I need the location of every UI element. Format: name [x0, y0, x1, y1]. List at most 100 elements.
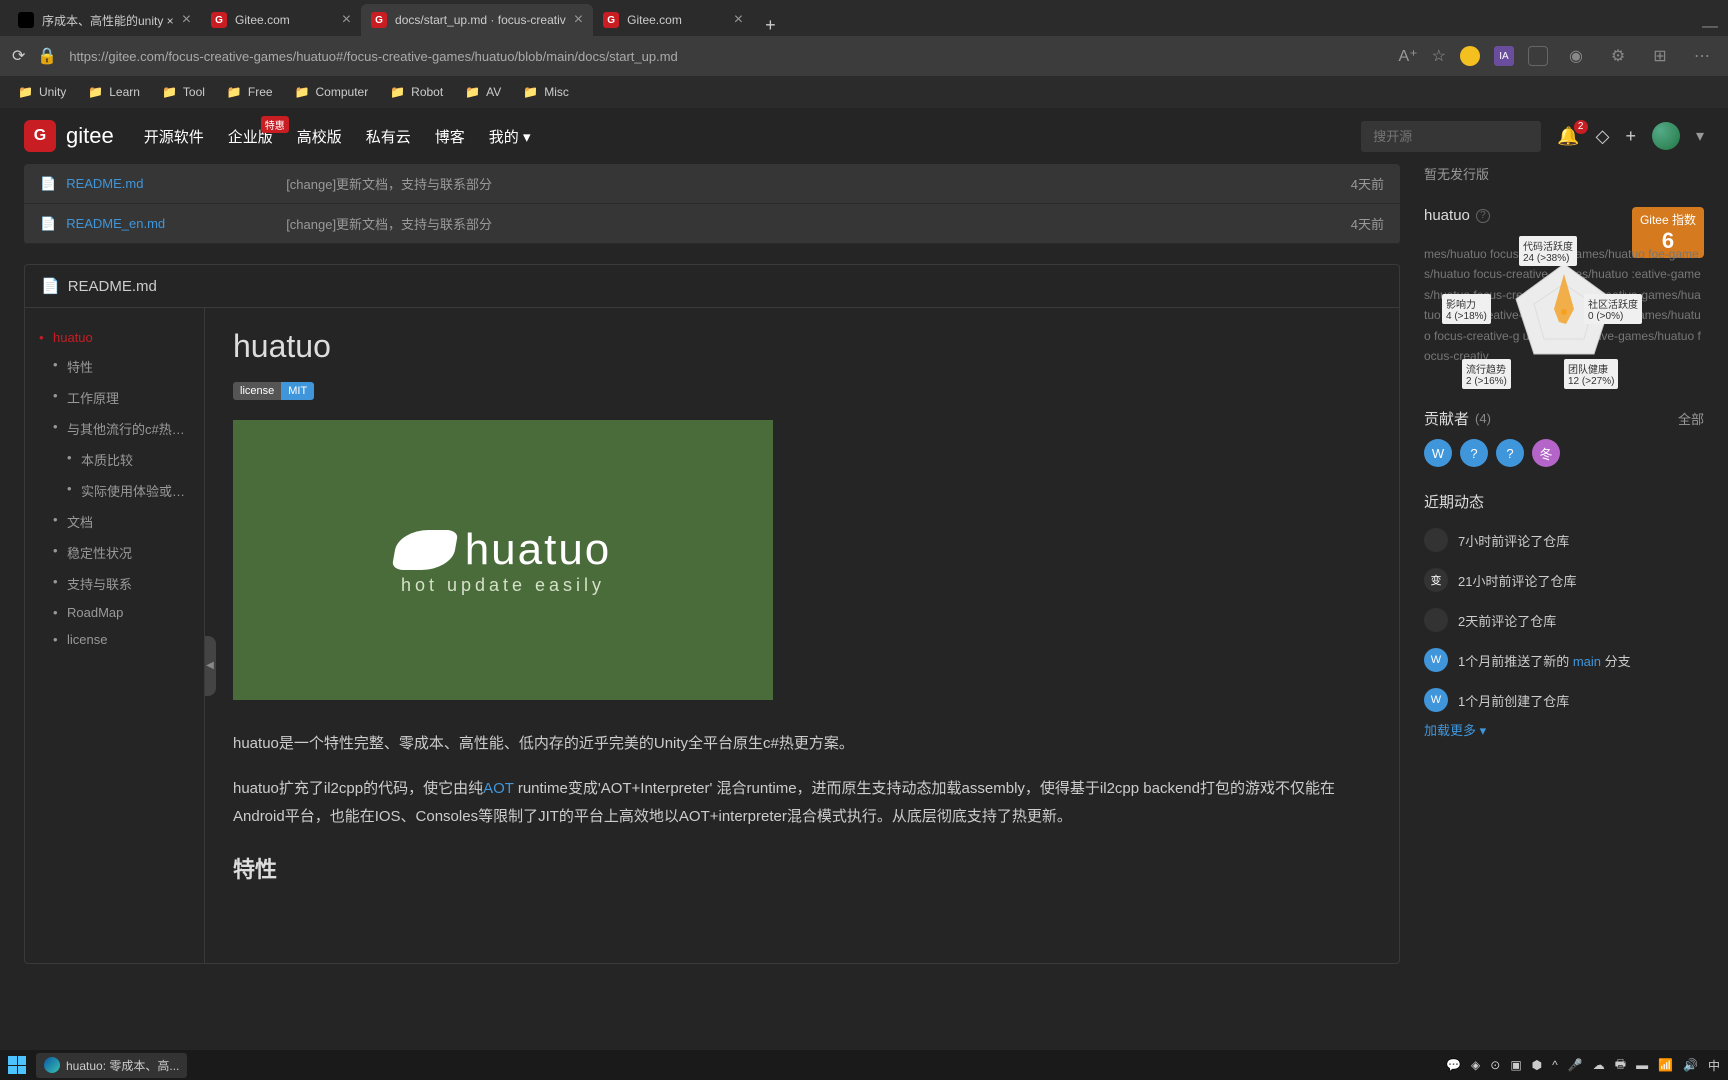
contributor-avatar[interactable]: ? — [1496, 439, 1524, 467]
bookmark-learn[interactable]: 📁Learn — [80, 81, 148, 103]
nav-blog[interactable]: 博客 — [435, 126, 465, 147]
tray-icon[interactable]: ▣ — [1510, 1058, 1521, 1072]
tray-chevron-up-icon[interactable]: ^ — [1552, 1058, 1558, 1072]
browser-tab-0[interactable]: 序成本、高性能的unity × × — [8, 4, 201, 36]
ext-icon-1[interactable] — [1460, 46, 1480, 66]
minimize-icon[interactable]: — — [1702, 18, 1718, 36]
info-icon[interactable]: ? — [1476, 209, 1490, 223]
close-icon[interactable]: × — [574, 11, 583, 29]
radar-chart: mes/huatuo focus-creative-games/huatuo f… — [1424, 244, 1704, 384]
browser-tab-1[interactable]: G Gitee.com × — [201, 4, 361, 36]
url-text[interactable]: https://gitee.com/focus-creative-games/h… — [69, 49, 1386, 64]
refresh-icon[interactable]: ⟳ — [12, 46, 25, 66]
toc-item[interactable]: RoadMap — [35, 599, 194, 626]
bookmark-robot[interactable]: 📁Robot — [382, 81, 451, 103]
user-avatar[interactable] — [1652, 122, 1680, 150]
file-row[interactable]: 📄 README.md [change]更新文档，支持与联系部分 4天前 — [24, 164, 1400, 204]
no-release-text: 暂无发行版 — [1424, 164, 1704, 183]
file-row[interactable]: 📄 README_en.md [change]更新文档，支持与联系部分 4天前 — [24, 204, 1400, 244]
favorite-icon[interactable]: ☆ — [1432, 46, 1446, 66]
bookmark-misc[interactable]: 📁Misc — [515, 81, 577, 103]
readme-filename: README.md — [68, 278, 157, 295]
contributor-avatar[interactable]: 冬 — [1532, 439, 1560, 467]
toc-item[interactable]: 文档 — [35, 506, 194, 537]
menu-icon[interactable]: ⋯ — [1688, 42, 1716, 70]
aot-link[interactable]: AOT — [483, 780, 514, 797]
toc-item[interactable]: huatuo — [35, 324, 194, 351]
notification-icon[interactable]: 🔔2 — [1557, 126, 1579, 147]
file-name[interactable]: README.md — [66, 176, 286, 191]
tray-icon[interactable]: ⊙ — [1490, 1058, 1500, 1072]
collections-icon[interactable]: ⊞ — [1646, 42, 1674, 70]
browser-tab-3[interactable]: G Gitee.com × — [593, 4, 753, 36]
section-heading: 特性 — [233, 852, 1371, 884]
search-input[interactable] — [1361, 121, 1541, 152]
collapse-toc-handle[interactable]: ◀ — [205, 636, 216, 696]
tray-volume-icon[interactable]: 🔊 — [1683, 1058, 1698, 1072]
taskbar-app[interactable]: huatuo: 零成本、高... — [36, 1053, 187, 1078]
tray-icon[interactable]: ⬢ — [1532, 1058, 1542, 1072]
branch-link[interactable]: main — [1573, 654, 1601, 669]
tab-favicon: G — [371, 12, 387, 28]
nav-education[interactable]: 高校版 — [297, 126, 342, 147]
bookmark-av[interactable]: 📁AV — [457, 81, 509, 103]
toc-item[interactable]: 工作原理 — [35, 382, 194, 413]
toc-item[interactable]: 与其他流行的c#热更... — [35, 413, 194, 444]
activity-item[interactable]: W 1个月前推送了新的 main 分支 — [1424, 640, 1704, 680]
file-name[interactable]: README_en.md — [66, 216, 286, 231]
tab-favicon — [18, 12, 34, 28]
ext-icon-2[interactable]: IA — [1494, 46, 1514, 66]
activity-item[interactable]: 变 21小时前评论了仓库 — [1424, 560, 1704, 600]
load-more-link[interactable]: 加载更多 ▾ — [1424, 720, 1704, 739]
tray-mic-icon[interactable]: 🎤 — [1568, 1058, 1583, 1072]
nav-opensource[interactable]: 开源软件 — [144, 126, 204, 147]
contributor-avatar[interactable]: W — [1424, 439, 1452, 467]
toc-item[interactable]: 实际使用体验或者... — [35, 475, 194, 506]
tray-battery-icon[interactable]: ▬ — [1636, 1058, 1648, 1072]
activity-item[interactable]: 7小时前评论了仓库 — [1424, 520, 1704, 560]
bookmark-tool[interactable]: 📁Tool — [154, 81, 213, 103]
toc-item[interactable]: 特性 — [35, 351, 194, 382]
new-tab-button[interactable]: + — [753, 15, 788, 36]
ext-icon-3[interactable] — [1528, 46, 1548, 66]
chevron-down-icon[interactable]: ▾ — [1696, 126, 1704, 146]
all-link[interactable]: 全部 — [1678, 409, 1704, 428]
toc-item[interactable]: 本质比较 — [35, 444, 194, 475]
ext-icon-4[interactable]: ◉ — [1562, 42, 1590, 70]
close-icon[interactable]: × — [342, 11, 351, 29]
tray-cloud-icon[interactable]: ☁ — [1593, 1058, 1605, 1072]
tray-wifi-icon[interactable]: 📶 — [1658, 1058, 1673, 1072]
bookmark-free[interactable]: 📁Free — [219, 81, 281, 103]
tray-wechat-icon[interactable]: 💬 — [1446, 1058, 1461, 1072]
logo-text: gitee — [66, 123, 114, 149]
plus-icon[interactable]: + — [1625, 126, 1636, 147]
tray-icon[interactable]: ◈ — [1471, 1058, 1480, 1072]
bookmark-computer[interactable]: 📁Computer — [287, 81, 377, 103]
tray-printer-icon[interactable]: 🖶 — [1615, 1055, 1626, 1076]
activity-item[interactable]: W 1个月前创建了仓库 — [1424, 680, 1704, 720]
license-badge[interactable]: license MIT — [233, 382, 314, 400]
toc-item[interactable]: 支持与联系 — [35, 568, 194, 599]
nav-cloud[interactable]: 私有云 — [366, 126, 411, 147]
activity-item[interactable]: 2天前评论了仓库 — [1424, 600, 1704, 640]
close-icon[interactable]: × — [734, 11, 743, 29]
tab-title: 序成本、高性能的unity × — [42, 12, 174, 29]
text-size-icon[interactable]: A⁺ — [1399, 46, 1418, 66]
folder-icon: 📁 — [295, 85, 310, 99]
close-icon[interactable]: × — [182, 11, 191, 29]
toc-item[interactable]: license — [35, 626, 194, 653]
lock-icon[interactable]: 🔒 — [37, 46, 57, 66]
contributor-avatar[interactable]: ? — [1460, 439, 1488, 467]
toc-item[interactable]: 稳定性状况 — [35, 537, 194, 568]
tab-favicon: G — [211, 12, 227, 28]
tray-lang[interactable]: 中 — [1708, 1057, 1720, 1074]
extensions-icon[interactable]: ⚙ — [1604, 42, 1632, 70]
site-logo[interactable]: G gitee — [24, 120, 114, 152]
browser-tab-2[interactable]: G docs/start_up.md · focus-creativ × — [361, 4, 593, 36]
bookmark-unity[interactable]: 📁Unity — [10, 81, 74, 103]
nav-mine[interactable]: 我的 ▾ — [489, 126, 531, 147]
marker-icon[interactable]: ◇ — [1596, 126, 1610, 147]
nav-enterprise[interactable]: 企业版特惠 — [228, 126, 273, 147]
file-icon: 📄 — [41, 277, 60, 295]
start-button[interactable] — [8, 1056, 26, 1074]
